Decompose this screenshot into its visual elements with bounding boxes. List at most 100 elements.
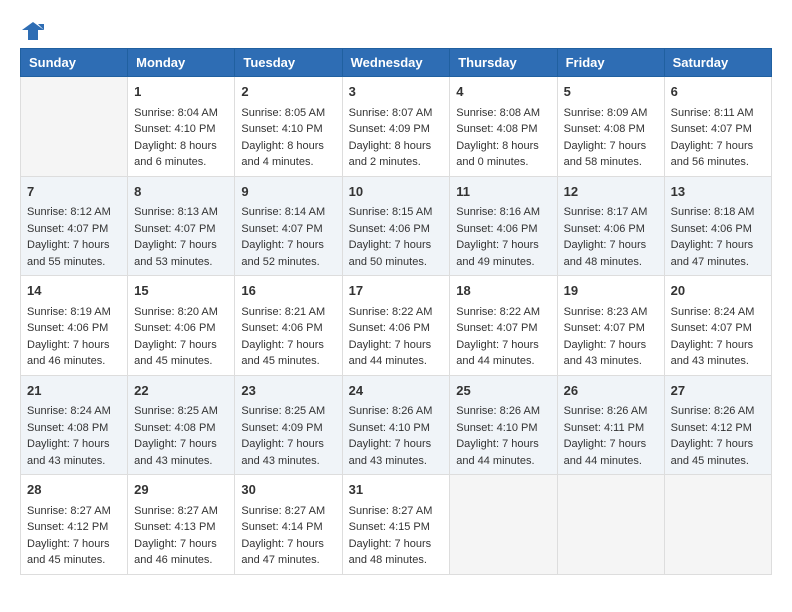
cell-content: 1Sunrise: 8:04 AMSunset: 4:10 PMDaylight… [134,82,228,171]
cell-info-line: Daylight: 7 hours [671,237,765,254]
cell-info-line: Sunrise: 8:23 AM [564,304,658,321]
calendar-cell: 1Sunrise: 8:04 AMSunset: 4:10 PMDaylight… [128,77,235,177]
calendar-cell: 23Sunrise: 8:25 AMSunset: 4:09 PMDayligh… [235,375,342,475]
cell-content: 16Sunrise: 8:21 AMSunset: 4:06 PMDayligh… [241,281,335,370]
cell-info-line: and 46 minutes. [134,552,228,569]
cell-info-line: Sunset: 4:07 PM [134,221,228,238]
day-number: 9 [241,182,335,202]
cell-info-line: and 46 minutes. [27,353,121,370]
cell-content: 17Sunrise: 8:22 AMSunset: 4:06 PMDayligh… [349,281,444,370]
calendar-cell: 22Sunrise: 8:25 AMSunset: 4:08 PMDayligh… [128,375,235,475]
cell-info-line: Sunset: 4:07 PM [27,221,121,238]
cell-info-line: and 43 minutes. [27,453,121,470]
cell-info-line: Daylight: 7 hours [134,337,228,354]
weekday-header-saturday: Saturday [664,49,771,77]
cell-info-line: Sunset: 4:10 PM [241,121,335,138]
weekday-header-friday: Friday [557,49,664,77]
cell-info-line: Sunrise: 8:27 AM [27,503,121,520]
cell-info-line: Sunset: 4:08 PM [564,121,658,138]
cell-content: 8Sunrise: 8:13 AMSunset: 4:07 PMDaylight… [134,182,228,271]
cell-info-line: and 56 minutes. [671,154,765,171]
cell-info-line: and 44 minutes. [456,353,550,370]
cell-content: 22Sunrise: 8:25 AMSunset: 4:08 PMDayligh… [134,381,228,470]
cell-info-line: Daylight: 8 hours [134,138,228,155]
cell-info-line: Daylight: 7 hours [134,436,228,453]
cell-content: 3Sunrise: 8:07 AMSunset: 4:09 PMDaylight… [349,82,444,171]
cell-info-line: and 49 minutes. [456,254,550,271]
cell-info-line: Sunset: 4:07 PM [456,320,550,337]
cell-info-line: and 44 minutes. [564,453,658,470]
day-number: 2 [241,82,335,102]
day-number: 27 [671,381,765,401]
cell-info-line: Daylight: 7 hours [564,237,658,254]
cell-info-line: Sunrise: 8:12 AM [27,204,121,221]
cell-content: 9Sunrise: 8:14 AMSunset: 4:07 PMDaylight… [241,182,335,271]
cell-content: 28Sunrise: 8:27 AMSunset: 4:12 PMDayligh… [27,480,121,569]
cell-content: 5Sunrise: 8:09 AMSunset: 4:08 PMDaylight… [564,82,658,171]
cell-info-line: Sunset: 4:07 PM [241,221,335,238]
day-number: 31 [349,480,444,500]
cell-content: 13Sunrise: 8:18 AMSunset: 4:06 PMDayligh… [671,182,765,271]
calendar-cell: 18Sunrise: 8:22 AMSunset: 4:07 PMDayligh… [450,276,557,376]
cell-info-line: Daylight: 7 hours [456,237,550,254]
weekday-header-tuesday: Tuesday [235,49,342,77]
cell-content: 18Sunrise: 8:22 AMSunset: 4:07 PMDayligh… [456,281,550,370]
cell-info-line: Sunrise: 8:15 AM [349,204,444,221]
cell-info-line: Sunrise: 8:27 AM [134,503,228,520]
cell-info-line: and 52 minutes. [241,254,335,271]
calendar-cell: 27Sunrise: 8:26 AMSunset: 4:12 PMDayligh… [664,375,771,475]
cell-info-line: and 45 minutes. [134,353,228,370]
cell-info-line: Sunset: 4:15 PM [349,519,444,536]
cell-info-line: Sunset: 4:13 PM [134,519,228,536]
cell-content: 6Sunrise: 8:11 AMSunset: 4:07 PMDaylight… [671,82,765,171]
weekday-header-row: SundayMondayTuesdayWednesdayThursdayFrid… [21,49,772,77]
day-number: 21 [27,381,121,401]
cell-info-line: Daylight: 7 hours [671,138,765,155]
cell-info-line: Daylight: 8 hours [241,138,335,155]
cell-info-line: Sunset: 4:06 PM [241,320,335,337]
calendar-cell: 9Sunrise: 8:14 AMSunset: 4:07 PMDaylight… [235,176,342,276]
cell-info-line: and 48 minutes. [564,254,658,271]
day-number: 20 [671,281,765,301]
calendar-week-row: 14Sunrise: 8:19 AMSunset: 4:06 PMDayligh… [21,276,772,376]
cell-content: 11Sunrise: 8:16 AMSunset: 4:06 PMDayligh… [456,182,550,271]
cell-info-line: Daylight: 7 hours [349,536,444,553]
cell-info-line: and 45 minutes. [671,453,765,470]
calendar-cell: 4Sunrise: 8:08 AMSunset: 4:08 PMDaylight… [450,77,557,177]
calendar-cell: 14Sunrise: 8:19 AMSunset: 4:06 PMDayligh… [21,276,128,376]
cell-info-line: Daylight: 7 hours [564,138,658,155]
day-number: 30 [241,480,335,500]
cell-info-line: and 4 minutes. [241,154,335,171]
cell-info-line: Sunset: 4:14 PM [241,519,335,536]
cell-content: 29Sunrise: 8:27 AMSunset: 4:13 PMDayligh… [134,480,228,569]
cell-info-line: Sunrise: 8:26 AM [349,403,444,420]
cell-info-line: Sunset: 4:06 PM [456,221,550,238]
cell-info-line: Sunrise: 8:19 AM [27,304,121,321]
cell-info-line: Sunrise: 8:24 AM [27,403,121,420]
cell-info-line: and 43 minutes. [564,353,658,370]
cell-info-line: Sunset: 4:10 PM [134,121,228,138]
calendar-cell: 5Sunrise: 8:09 AMSunset: 4:08 PMDaylight… [557,77,664,177]
cell-info-line: Sunset: 4:06 PM [349,320,444,337]
calendar-cell: 3Sunrise: 8:07 AMSunset: 4:09 PMDaylight… [342,77,450,177]
calendar-week-row: 1Sunrise: 8:04 AMSunset: 4:10 PMDaylight… [21,77,772,177]
day-number: 26 [564,381,658,401]
calendar-cell: 29Sunrise: 8:27 AMSunset: 4:13 PMDayligh… [128,475,235,575]
cell-info-line: and 53 minutes. [134,254,228,271]
cell-info-line: Sunset: 4:07 PM [671,320,765,337]
cell-info-line: Sunset: 4:11 PM [564,420,658,437]
cell-info-line: Sunrise: 8:13 AM [134,204,228,221]
cell-content: 31Sunrise: 8:27 AMSunset: 4:15 PMDayligh… [349,480,444,569]
day-number: 29 [134,480,228,500]
cell-content: 20Sunrise: 8:24 AMSunset: 4:07 PMDayligh… [671,281,765,370]
cell-content: 4Sunrise: 8:08 AMSunset: 4:08 PMDaylight… [456,82,550,171]
cell-info-line: and 45 minutes. [241,353,335,370]
logo [20,20,44,38]
calendar-cell [21,77,128,177]
cell-info-line: and 43 minutes. [134,453,228,470]
calendar-cell: 8Sunrise: 8:13 AMSunset: 4:07 PMDaylight… [128,176,235,276]
page-header [20,20,772,38]
calendar-cell: 20Sunrise: 8:24 AMSunset: 4:07 PMDayligh… [664,276,771,376]
cell-info-line: and 58 minutes. [564,154,658,171]
day-number: 12 [564,182,658,202]
